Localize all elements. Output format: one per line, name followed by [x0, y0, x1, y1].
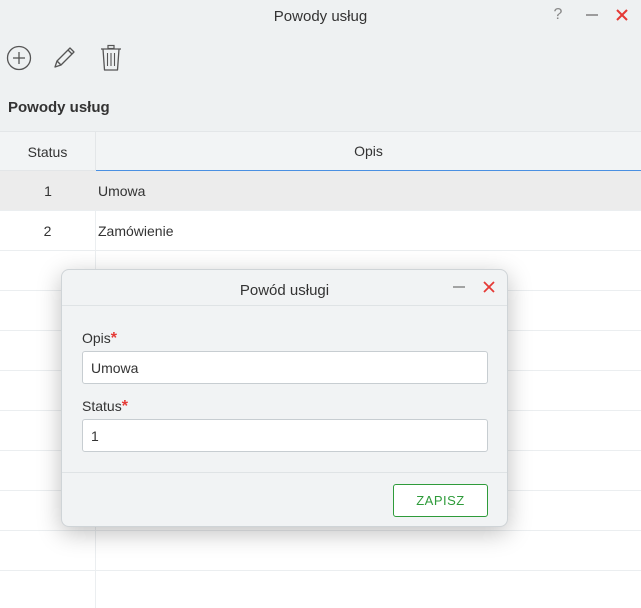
- dialog-title: Powód usługi: [239, 282, 330, 299]
- minimize-icon: [453, 286, 465, 288]
- dialog-footer-divider: [62, 472, 507, 473]
- status-input[interactable]: [82, 419, 488, 452]
- required-mark: *: [121, 398, 128, 415]
- opis-label-text: Opis: [82, 330, 111, 346]
- opis-label: Opis*: [82, 330, 117, 348]
- dialog-minimize-button[interactable]: [451, 278, 467, 296]
- status-label-text: Status: [82, 398, 122, 414]
- modal-overlay: Powód usługi Opis* Status* ZAPISZ: [0, 0, 641, 608]
- edit-dialog: Powód usługi Opis* Status* ZAPISZ: [61, 269, 508, 527]
- save-button[interactable]: ZAPISZ: [393, 484, 488, 517]
- dialog-divider: [62, 305, 507, 306]
- status-label: Status*: [82, 398, 128, 416]
- opis-input[interactable]: [82, 351, 488, 384]
- dialog-close-button[interactable]: [481, 278, 497, 296]
- close-icon: [483, 281, 495, 293]
- required-mark: *: [110, 330, 118, 347]
